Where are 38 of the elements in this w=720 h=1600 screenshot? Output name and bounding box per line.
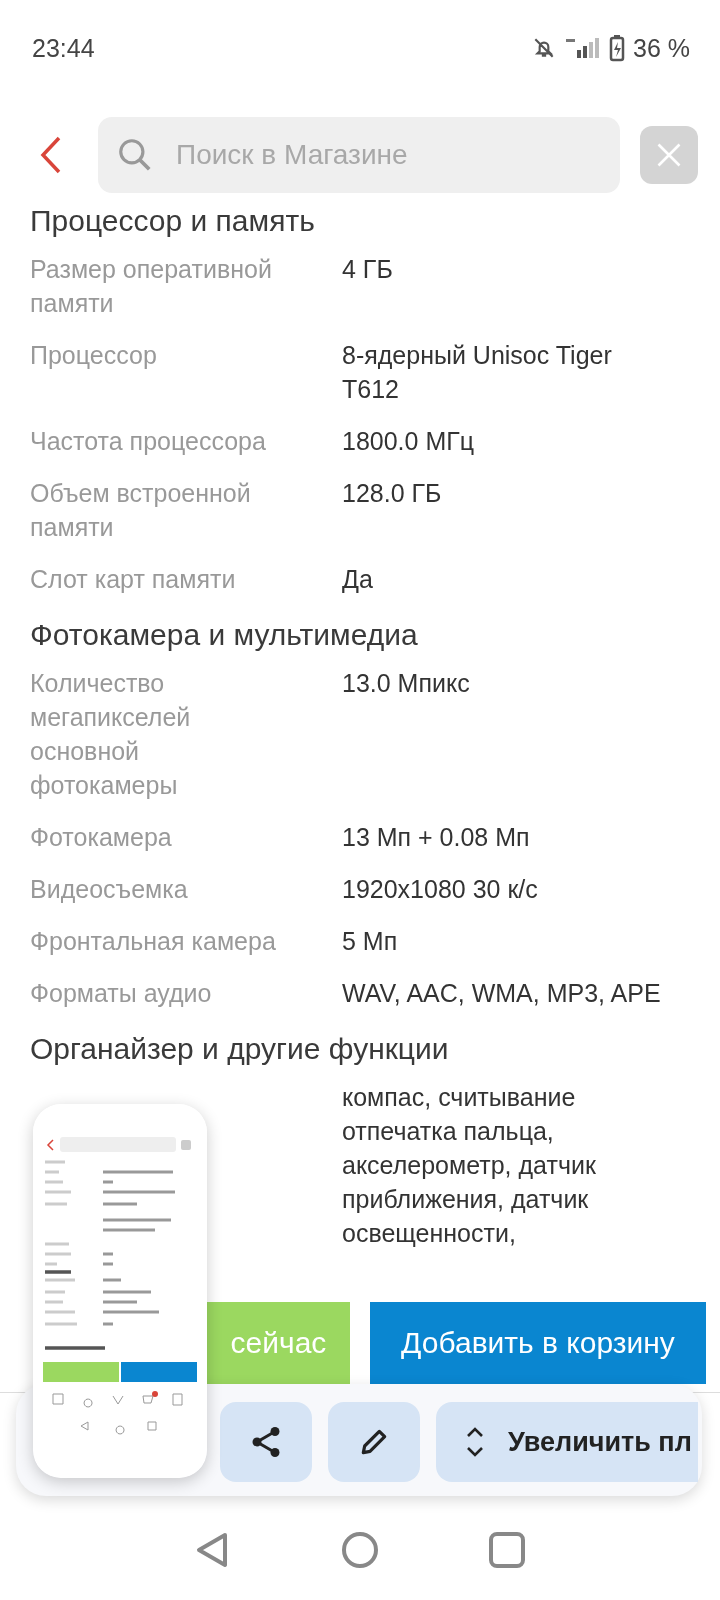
spec-value: 1800.0 МГц: [342, 426, 476, 457]
spec-value: 1920x1080 30 к/с: [342, 874, 539, 905]
spec-label: Размер оперативной памяти: [30, 255, 272, 317]
close-icon: [655, 141, 683, 169]
spec-label: Слот карт памяти: [30, 565, 236, 593]
scroll-button[interactable]: Увеличить пл: [436, 1402, 698, 1482]
battery-percent: 36 %: [633, 33, 690, 63]
search-field[interactable]: Поиск в Магазине: [98, 117, 620, 193]
battery-icon: [609, 34, 625, 62]
expand-arrows-icon: [464, 1425, 486, 1459]
spec-label: Количество мегапикселей основной фотокамеры: [30, 669, 191, 799]
spec-label: Фронтальная камера: [30, 927, 276, 955]
spec-label: Объем встроенной памяти: [30, 479, 251, 541]
action-button[interactable]: Добавить в корзину: [370, 1302, 706, 1384]
share-button[interactable]: [220, 1402, 312, 1482]
spec-value: 128.0 ГБ: [342, 478, 443, 509]
section-title: Процессор и память: [30, 203, 316, 239]
spec-value: Да: [342, 564, 374, 595]
spec-value: WAV, AAC, WMA, MP3, APE: [342, 978, 662, 1009]
spec-value: 5 Мп: [342, 926, 399, 957]
spec-label: Частота процессора: [30, 427, 266, 455]
status-time: 23:44: [32, 33, 95, 63]
spec-value: 13 Мп + 0.08 Мп: [342, 822, 531, 853]
section-title: Фотокамера и мультимедиа: [30, 617, 419, 653]
back-icon[interactable]: [40, 136, 62, 174]
spec-label: Процессор: [30, 341, 157, 369]
edit-button[interactable]: [328, 1402, 420, 1482]
section-title: Органайзер и другие функции: [30, 1031, 450, 1067]
recents-nav-icon[interactable]: [486, 1530, 527, 1570]
signal-icon: [565, 36, 601, 60]
spec-label: Фотокамера: [30, 823, 172, 851]
spec-value: компас, считывание отпечатка пальца, акселерометр, датчик приближения, датчик освещенности,: [342, 1082, 597, 1249]
spec-value: 8-ядерный Unisoc Tiger T612: [342, 340, 613, 405]
spec-label: Видеосъемка: [30, 875, 188, 903]
spec-label: Форматы аудио: [30, 979, 212, 1007]
spec-value: 13.0 Мпикс: [342, 668, 471, 699]
spec-value: 4 ГБ: [342, 254, 394, 285]
home-nav-icon[interactable]: [340, 1530, 380, 1570]
